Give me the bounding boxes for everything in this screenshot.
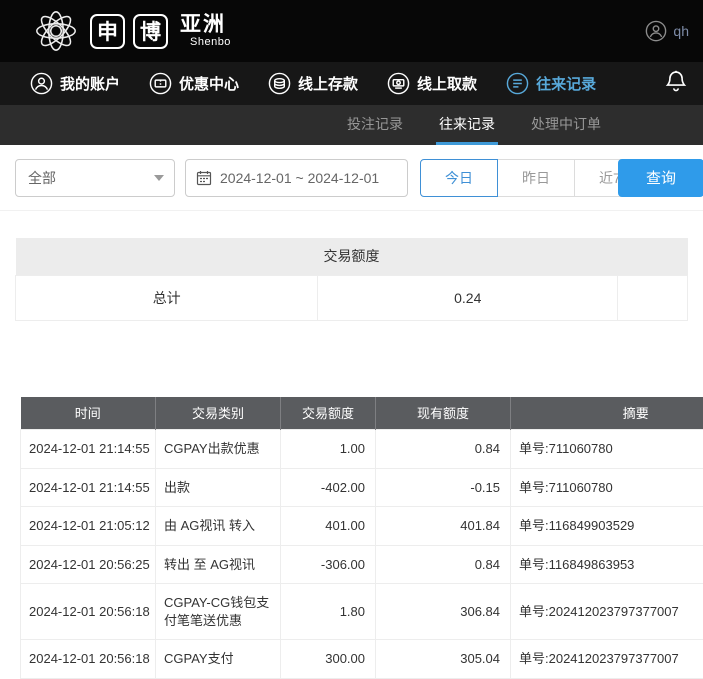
tab-label: 处理中订单 bbox=[531, 114, 601, 134]
type-filter-select[interactable]: 全部 bbox=[15, 159, 175, 197]
table-cell: 单号:202412023797377007 bbox=[511, 640, 703, 679]
username-label: qh bbox=[673, 23, 689, 39]
table-cell: 2024-12-01 20:56:18 bbox=[21, 584, 156, 640]
table-cell: 300.00 bbox=[281, 640, 376, 679]
nav-item-promotions[interactable]: 优惠中心 bbox=[149, 72, 239, 95]
nav-item-label: 线上取款 bbox=[417, 73, 477, 94]
brand-logo[interactable]: 申 博 亚洲 Shenbo bbox=[32, 7, 231, 55]
deposit-icon bbox=[268, 72, 291, 95]
date-range-value: 2024-12-01 ~ 2024-12-01 bbox=[220, 170, 379, 186]
column-header-amount: 交易额度 bbox=[281, 397, 376, 430]
nav-item-records[interactable]: 往来记录 bbox=[506, 72, 596, 95]
bell-icon bbox=[663, 68, 689, 99]
table-cell: 0.84 bbox=[376, 545, 511, 584]
nav-item-label: 线上存款 bbox=[298, 73, 358, 94]
filter-bar: 全部 2024-12-01 ~ 2024-12-01 今日 昨日 近7日 查询 bbox=[0, 145, 703, 211]
table-cell: 2024-12-01 21:14:55 bbox=[21, 430, 156, 469]
today-button[interactable]: 今日 bbox=[420, 159, 498, 197]
user-avatar-icon bbox=[645, 20, 667, 42]
records-table-body: 2024-12-01 21:14:55CGPAY出款优惠1.000.84单号:7… bbox=[21, 430, 703, 679]
tab-betting-records[interactable]: 投注记录 bbox=[344, 105, 406, 145]
calendar-icon bbox=[196, 170, 212, 186]
table-cell: 单号:711060780 bbox=[511, 468, 703, 507]
withdraw-icon bbox=[387, 72, 410, 95]
table-cell: 1.80 bbox=[281, 584, 376, 640]
summary-header-label: 交易额度 bbox=[16, 238, 688, 275]
chevron-down-icon bbox=[154, 175, 164, 181]
quick-date-buttons: 今日 昨日 近7日 bbox=[420, 159, 610, 197]
table-cell: 0.84 bbox=[376, 430, 511, 469]
table-cell: 单号:116849903529 bbox=[511, 507, 703, 546]
table-row: 2024-12-01 21:05:12由 AG视讯 转入401.00401.84… bbox=[21, 507, 703, 546]
table-cell: 出款 bbox=[156, 468, 281, 507]
table-cell: 2024-12-01 20:56:25 bbox=[21, 545, 156, 584]
brand-char-shen: 申 bbox=[90, 14, 125, 49]
date-range-input[interactable]: 2024-12-01 ~ 2024-12-01 bbox=[185, 159, 408, 197]
table-cell: CGPAY支付 bbox=[156, 640, 281, 679]
nav-item-label: 优惠中心 bbox=[179, 73, 239, 94]
nav-item-withdraw[interactable]: 线上取款 bbox=[387, 72, 477, 95]
brand-char-bo: 博 bbox=[133, 14, 168, 49]
main-navigation: 我的账户 优惠中心 线上存款 bbox=[0, 62, 703, 105]
type-filter-value: 全部 bbox=[28, 168, 56, 188]
table-row: 2024-12-01 21:14:55出款-402.00-0.15单号:7110… bbox=[21, 468, 703, 507]
nav-item-label: 往来记录 bbox=[536, 73, 596, 94]
summary-total-value: 0.24 bbox=[318, 275, 618, 320]
table-cell: 401.84 bbox=[376, 507, 511, 546]
brand-subtitle: Shenbo bbox=[180, 37, 231, 48]
column-header-time: 时间 bbox=[21, 397, 156, 430]
table-cell: -306.00 bbox=[281, 545, 376, 584]
table-cell: 401.00 bbox=[281, 507, 376, 546]
table-cell: 2024-12-01 20:56:18 bbox=[21, 640, 156, 679]
table-cell: 单号:711060780 bbox=[511, 430, 703, 469]
yesterday-button[interactable]: 昨日 bbox=[497, 159, 575, 197]
tab-label: 往来记录 bbox=[439, 114, 495, 134]
table-cell: CGPAY-CG钱包支付笔笔送优惠 bbox=[156, 584, 281, 640]
records-header-row: 时间 交易类别 交易额度 现有额度 摘要 bbox=[21, 397, 703, 430]
tab-transaction-records[interactable]: 往来记录 bbox=[436, 105, 498, 145]
records-icon bbox=[506, 72, 529, 95]
summary-table: 交易额度 总计 0.24 bbox=[15, 238, 688, 321]
records-subnav: 投注记录 往来记录 处理中订单 bbox=[0, 105, 703, 145]
table-cell: 2024-12-01 21:14:55 bbox=[21, 468, 156, 507]
table-cell: -402.00 bbox=[281, 468, 376, 507]
tab-label: 投注记录 bbox=[347, 114, 403, 134]
table-row: 2024-12-01 21:14:55CGPAY出款优惠1.000.84单号:7… bbox=[21, 430, 703, 469]
table-row: 2024-12-01 20:56:25转出 至 AG视讯-306.000.84单… bbox=[21, 545, 703, 584]
nav-item-deposit[interactable]: 线上存款 bbox=[268, 72, 358, 95]
notifications-button[interactable] bbox=[663, 68, 689, 99]
flower-logo-icon bbox=[32, 7, 80, 55]
top-header: 申 博 亚洲 Shenbo qh bbox=[0, 0, 703, 62]
summary-header-row: 交易额度 bbox=[16, 238, 688, 275]
search-button[interactable]: 查询 bbox=[618, 159, 703, 197]
column-header-balance: 现有额度 bbox=[376, 397, 511, 430]
table-cell: 单号:202412023797377007 bbox=[511, 584, 703, 640]
table-cell: 单号:116849863953 bbox=[511, 545, 703, 584]
nav-item-my-account[interactable]: 我的账户 bbox=[30, 72, 120, 95]
nav-item-label: 我的账户 bbox=[60, 73, 120, 94]
user-icon bbox=[30, 72, 53, 95]
column-header-type: 交易类别 bbox=[156, 397, 281, 430]
table-cell: 转出 至 AG视讯 bbox=[156, 545, 281, 584]
brand-region-label: 亚洲 bbox=[180, 14, 231, 35]
table-cell: 2024-12-01 21:05:12 bbox=[21, 507, 156, 546]
tab-processing-orders[interactable]: 处理中订单 bbox=[528, 105, 604, 145]
coupon-icon bbox=[149, 72, 172, 95]
table-cell: 305.04 bbox=[376, 640, 511, 679]
table-cell: 由 AG视讯 转入 bbox=[156, 507, 281, 546]
summary-total-row: 总计 0.24 bbox=[16, 275, 688, 320]
table-row: 2024-12-01 20:56:18CGPAY支付300.00305.04单号… bbox=[21, 640, 703, 679]
column-header-summary: 摘要 bbox=[511, 397, 703, 430]
table-row: 2024-12-01 20:56:18CGPAY-CG钱包支付笔笔送优惠1.80… bbox=[21, 584, 703, 640]
summary-empty-cell bbox=[618, 275, 688, 320]
table-cell: 306.84 bbox=[376, 584, 511, 640]
table-cell: 1.00 bbox=[281, 430, 376, 469]
summary-total-label: 总计 bbox=[16, 275, 318, 320]
table-cell: -0.15 bbox=[376, 468, 511, 507]
user-account-button[interactable]: qh bbox=[645, 20, 689, 42]
records-table: 时间 交易类别 交易额度 现有额度 摘要 2024-12-01 21:14:55… bbox=[20, 397, 703, 679]
table-cell: CGPAY出款优惠 bbox=[156, 430, 281, 469]
